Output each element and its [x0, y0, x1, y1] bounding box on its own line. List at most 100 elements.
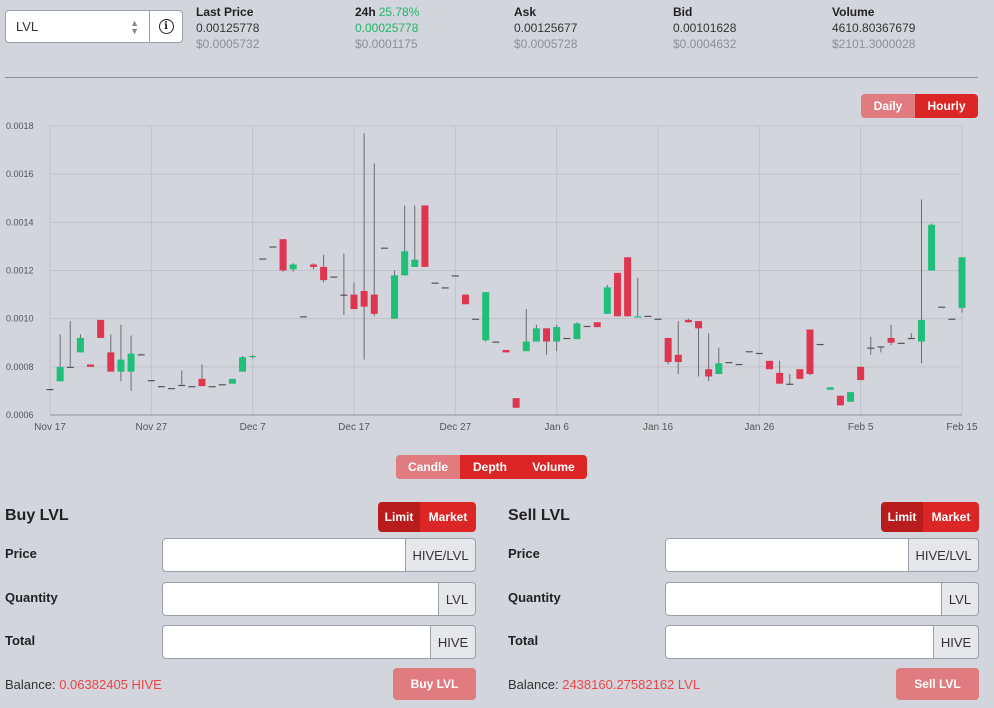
candle-body [401, 251, 409, 276]
candle-body [593, 322, 601, 328]
candle-body [249, 355, 257, 358]
sell-price-group: HIVE/LVL [665, 538, 979, 572]
candle-body [309, 264, 317, 267]
candle-body [411, 259, 419, 267]
candle-body [745, 351, 753, 353]
candle-body [147, 380, 155, 382]
x-tick-label: Dec 7 [240, 422, 267, 433]
sell-market-button[interactable]: Market [923, 502, 979, 532]
buy-quantity-input[interactable] [162, 582, 439, 616]
buy-limit-button[interactable]: Limit [378, 502, 420, 532]
buy-button[interactable]: Buy LVL [393, 668, 476, 700]
balance-label: Balance: [508, 677, 559, 692]
candle-body [917, 319, 925, 342]
x-tick-label: Jan 16 [643, 422, 673, 433]
stat-value: 0.00125778 [196, 21, 260, 35]
buy-price-unit: HIVE/LVL [406, 538, 476, 572]
x-tick-label: Nov 17 [34, 422, 66, 433]
price-chart[interactable]: 0.0018 0.0016 0.0014 0.0012 0.0010 0.0008 0.00… [0, 110, 994, 440]
candle-body [127, 353, 135, 372]
y-tick-label: 0.0012 [6, 266, 34, 276]
sell-limit-button[interactable]: Limit [881, 502, 923, 532]
candle-body [66, 366, 74, 369]
candle-body [684, 319, 692, 323]
candle-body [97, 319, 105, 338]
stat-usd: $2101.3000028 [832, 37, 916, 51]
volume-button[interactable]: Volume [520, 455, 587, 479]
candle-button[interactable]: Candle [396, 455, 460, 479]
candle-body [137, 354, 145, 356]
candle-body [157, 386, 165, 388]
candle-body [806, 329, 814, 375]
stat-label: Volume [832, 5, 875, 19]
candle-body [208, 386, 216, 388]
sell-price-input[interactable] [665, 538, 909, 572]
stat-24h: 24h 25.78% 0.00025778 $0.0001175 [355, 4, 419, 52]
sell-title: Sell LVL [508, 507, 570, 524]
sell-total-input[interactable] [665, 625, 934, 659]
x-tick-label: Nov 27 [135, 422, 167, 433]
candle-body [391, 275, 399, 319]
candle-body [603, 287, 611, 314]
candle-body [299, 316, 307, 318]
candle-body [664, 337, 672, 363]
candle-body [340, 294, 348, 296]
buy-total-input[interactable] [162, 625, 431, 659]
candle-body [269, 246, 277, 248]
sell-price-label: Price [508, 546, 540, 561]
candle-body [76, 337, 84, 353]
candle-body [847, 392, 855, 402]
sell-balance: Balance: 2438160.27582162 LVL [508, 677, 700, 692]
buy-total-label: Total [5, 633, 36, 648]
candle-body [948, 318, 956, 320]
depth-button[interactable]: Depth [460, 455, 520, 479]
sell-total-group: HIVE [665, 625, 979, 659]
candle-body [816, 343, 824, 346]
y-tick-label: 0.0006 [6, 410, 34, 420]
candle-body [522, 341, 530, 352]
candle-body [218, 384, 226, 386]
buy-price-input[interactable] [162, 538, 406, 572]
stat-bid: Bid 0.00101628 $0.0004632 [673, 4, 736, 52]
buy-title: Buy LVL [5, 507, 69, 524]
candle-body [431, 282, 439, 284]
candle-body [239, 357, 247, 372]
sell-panel: Sell LVL Limit Market Price HIVE/LVL Qua… [503, 497, 981, 708]
buy-order-type-toggle: Limit Market [378, 502, 476, 532]
candle-body [634, 316, 642, 318]
x-tick-label: Feb 15 [946, 422, 978, 433]
candle-body [441, 287, 449, 289]
candle-body [178, 384, 186, 387]
sell-quantity-group: LVL [665, 582, 979, 616]
sell-price-unit: HIVE/LVL [909, 538, 979, 572]
token-select[interactable]: LVL ▲ ▼ [5, 10, 150, 43]
candle-body [563, 337, 571, 340]
candle-body [928, 224, 936, 271]
x-tick-label: Jan 26 [744, 422, 774, 433]
x-tick-label: Dec 27 [439, 422, 471, 433]
buy-market-button[interactable]: Market [420, 502, 476, 532]
candle-body [543, 328, 551, 342]
candle-body [705, 369, 713, 377]
candle-body [674, 354, 682, 363]
candle-body [117, 359, 125, 372]
sell-button[interactable]: Sell LVL [896, 668, 979, 700]
stat-usd: $0.0004632 [673, 37, 737, 51]
balance-value[interactable]: 0.06382405 HIVE [59, 677, 162, 692]
token-select-value: LVL [16, 19, 39, 34]
buy-quantity-unit: LVL [439, 582, 476, 616]
candle-body [624, 257, 632, 317]
candle-body [472, 318, 480, 320]
candle-body [725, 362, 733, 364]
x-tick-label: Feb 5 [848, 422, 874, 433]
candle-body [259, 258, 267, 260]
candle-body [867, 347, 875, 349]
candle-body [573, 323, 581, 340]
balance-value[interactable]: 2438160.27582162 LVL [562, 677, 700, 692]
sell-quantity-unit: LVL [942, 582, 979, 616]
candle-body [188, 386, 196, 388]
stat-change-percent: 25.78% [378, 5, 420, 19]
info-button[interactable]: i [149, 10, 183, 43]
candle-body [613, 272, 621, 317]
sell-quantity-input[interactable] [665, 582, 942, 616]
